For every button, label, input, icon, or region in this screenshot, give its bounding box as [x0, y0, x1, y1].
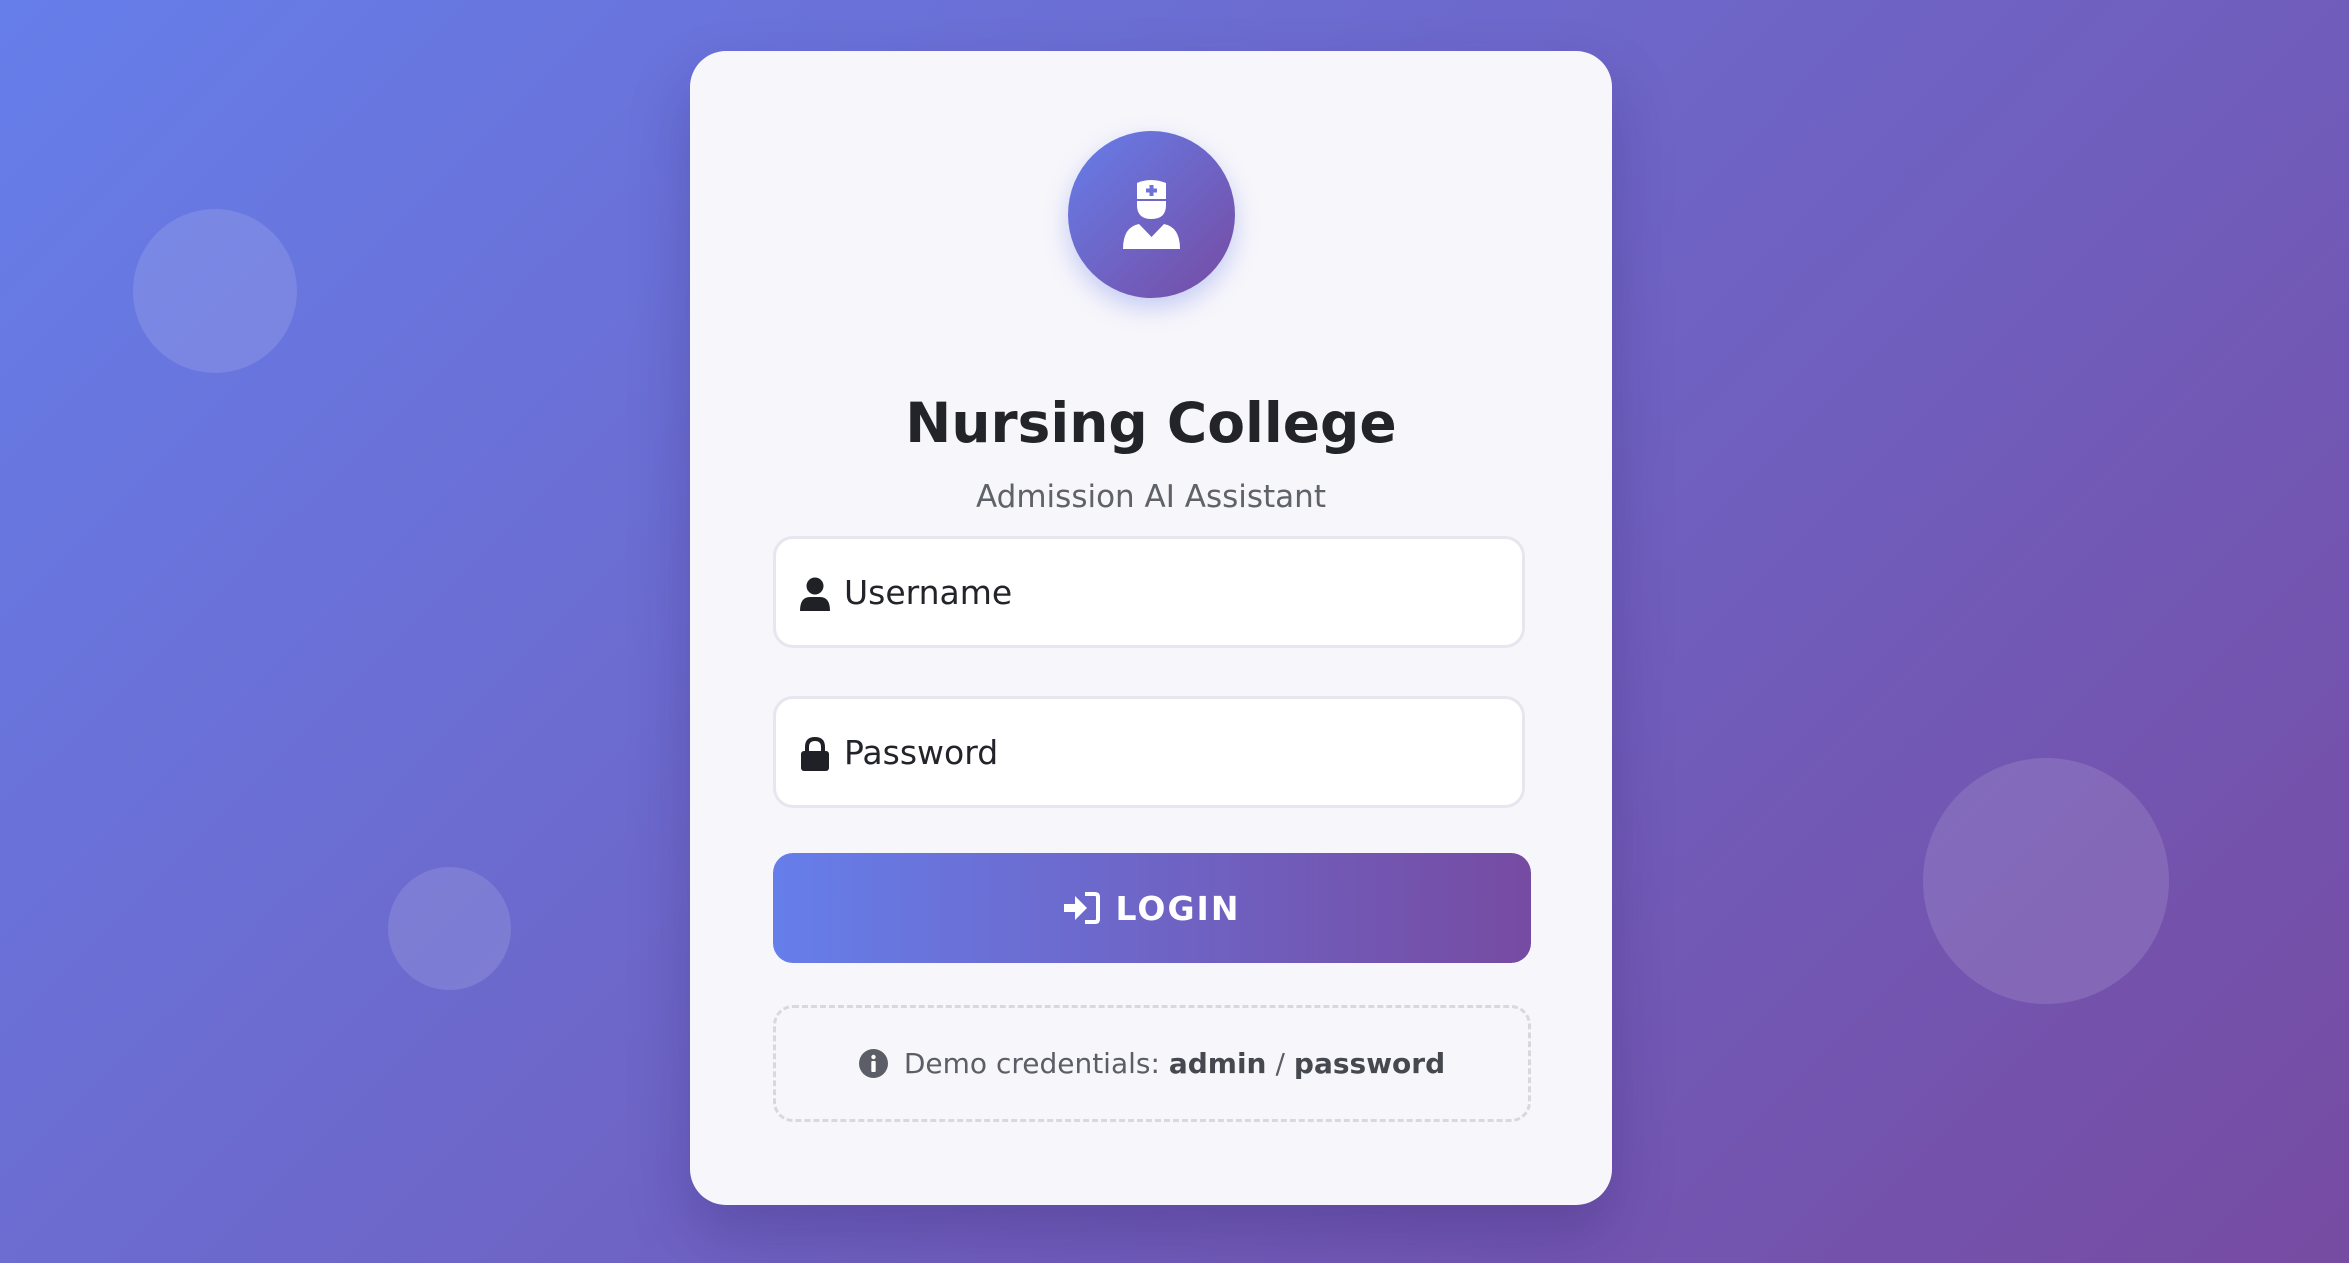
demo-username: admin: [1168, 1047, 1267, 1080]
sign-in-icon: [1063, 892, 1100, 924]
demo-credentials-note: Demo credentials: admin / password: [773, 1005, 1531, 1122]
lock-icon: [801, 737, 829, 771]
background-bubble: [133, 209, 297, 373]
login-button[interactable]: LOGIN: [773, 853, 1531, 963]
background-bubble: [388, 867, 511, 990]
login-card: Nursing College Admission AI Assistant L…: [690, 51, 1612, 1205]
info-icon: [858, 1049, 888, 1078]
login-button-label: LOGIN: [1115, 888, 1241, 928]
page-title: Nursing College: [905, 391, 1397, 455]
demo-separator: /: [1275, 1047, 1285, 1080]
demo-credentials-label: Demo credentials:: [903, 1047, 1160, 1080]
nurse-icon: [1123, 180, 1180, 249]
demo-password: password: [1293, 1047, 1446, 1080]
background-bubble: [1923, 758, 2169, 1004]
username-field[interactable]: [773, 536, 1525, 648]
password-input[interactable]: [844, 699, 1504, 805]
page-subtitle: Admission AI Assistant: [976, 479, 1326, 515]
logo-badge: [1068, 131, 1235, 298]
username-input[interactable]: [844, 539, 1504, 645]
user-icon: [800, 577, 830, 611]
password-field[interactable]: [773, 696, 1525, 808]
